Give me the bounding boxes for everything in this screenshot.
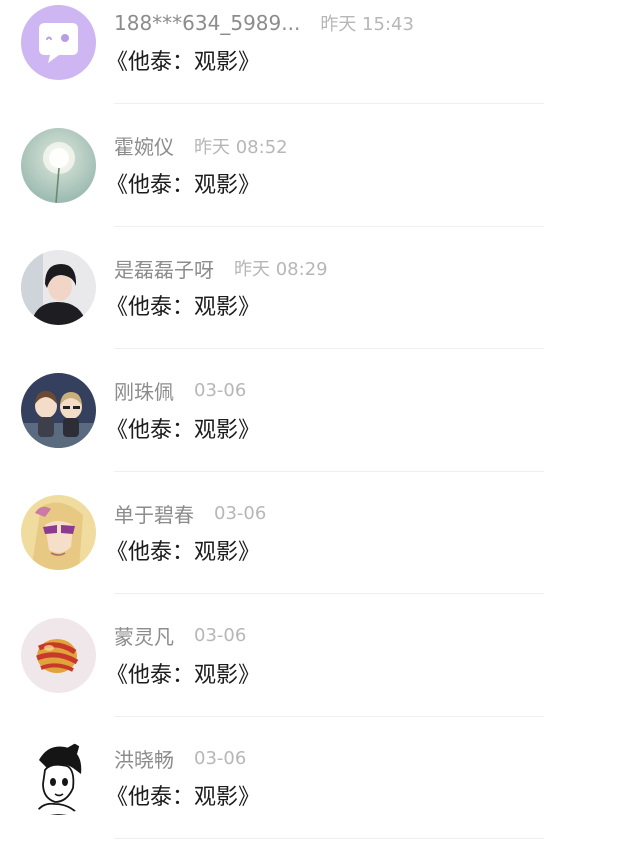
timestamp: 昨天 08:52 bbox=[194, 136, 288, 158]
comment-item[interactable]: 188***634_5989... 昨天 15:43 《他泰：观影》 bbox=[0, 0, 640, 123]
comment-item[interactable]: 霍婉仪 昨天 08:52 《他泰：观影》 bbox=[0, 123, 640, 246]
timestamp: 昨天 15:43 bbox=[320, 14, 414, 35]
comment-meta: 洪晓畅 03-06 bbox=[114, 744, 247, 773]
divider bbox=[114, 715, 544, 717]
manga-girl-illustration bbox=[21, 740, 96, 815]
anime-sunglasses-illustration bbox=[21, 495, 96, 570]
avatar[interactable] bbox=[21, 740, 96, 815]
username[interactable]: 刚珠佩 bbox=[114, 376, 174, 405]
avatar[interactable] bbox=[21, 495, 96, 570]
username[interactable]: 霍婉仪 bbox=[114, 131, 174, 160]
timestamp: 03-06 bbox=[194, 747, 247, 769]
comment-item[interactable]: 洪晓畅 03-06 《他泰：观影》 bbox=[0, 735, 640, 858]
chibi-couple-illustration bbox=[21, 372, 96, 448]
comment-meta: 蒙灵凡 03-06 bbox=[114, 623, 246, 649]
avatar[interactable] bbox=[21, 250, 96, 325]
divider bbox=[114, 348, 544, 349]
striped-shell-photo bbox=[21, 617, 96, 693]
comment-text: 《他泰：观影》 bbox=[106, 662, 261, 688]
username[interactable]: 是磊磊子呀 bbox=[114, 254, 214, 283]
avatar[interactable] bbox=[21, 372, 96, 448]
timestamp: 03-06 bbox=[194, 625, 247, 646]
comment-item[interactable]: 单于碧春 03-06 《他泰：观影》 bbox=[0, 490, 640, 613]
comment-meta: 188***634_5989... 昨天 15:43 bbox=[114, 10, 414, 36]
comment-text: 《他泰：观影》 bbox=[106, 50, 261, 75]
divider bbox=[114, 103, 544, 104]
timestamp: 昨天 08:29 bbox=[234, 259, 328, 280]
username[interactable]: 188***634_5989... bbox=[114, 11, 300, 35]
timestamp: 03-06 bbox=[214, 502, 267, 524]
timestamp: 03-06 bbox=[194, 380, 247, 401]
comment-text: 《他泰：观影》 bbox=[106, 540, 261, 565]
comment-meta: 是磊磊子呀 昨天 08:29 bbox=[114, 254, 328, 283]
divider bbox=[114, 225, 544, 227]
comment-item[interactable]: 刚珠佩 03-06 《他泰：观影》 bbox=[0, 368, 640, 491]
avatar[interactable] bbox=[21, 127, 96, 203]
chat-bubble-face-icon bbox=[21, 5, 96, 80]
comment-item[interactable]: 是磊磊子呀 昨天 08:29 《他泰：观影》 bbox=[0, 245, 640, 368]
comment-text: 《他泰：观影》 bbox=[106, 295, 261, 320]
avatar[interactable] bbox=[21, 617, 96, 693]
comment-meta: 单于碧春 03-06 bbox=[114, 499, 267, 528]
comment-text: 《他泰：观影》 bbox=[106, 417, 261, 443]
divider bbox=[114, 838, 544, 839]
comment-meta: 霍婉仪 昨天 08:52 bbox=[114, 133, 288, 159]
comment-item[interactable]: 蒙灵凡 03-06 《他泰：观影》 bbox=[0, 613, 640, 736]
username[interactable]: 蒙灵凡 bbox=[114, 621, 174, 650]
username[interactable]: 洪晓畅 bbox=[114, 744, 174, 773]
person-photo bbox=[21, 250, 96, 325]
avatar[interactable] bbox=[21, 5, 96, 80]
divider bbox=[114, 470, 544, 472]
comment-meta: 刚珠佩 03-06 bbox=[114, 378, 246, 404]
username[interactable]: 单于碧春 bbox=[114, 499, 194, 528]
comment-text: 《他泰：观影》 bbox=[106, 172, 261, 198]
comment-text: 《他泰：观影》 bbox=[106, 785, 261, 810]
dandelion-photo bbox=[21, 127, 96, 203]
comment-list: 188***634_5989... 昨天 15:43 《他泰：观影》 霍婉仪 昨… bbox=[0, 0, 640, 858]
divider bbox=[114, 593, 544, 594]
